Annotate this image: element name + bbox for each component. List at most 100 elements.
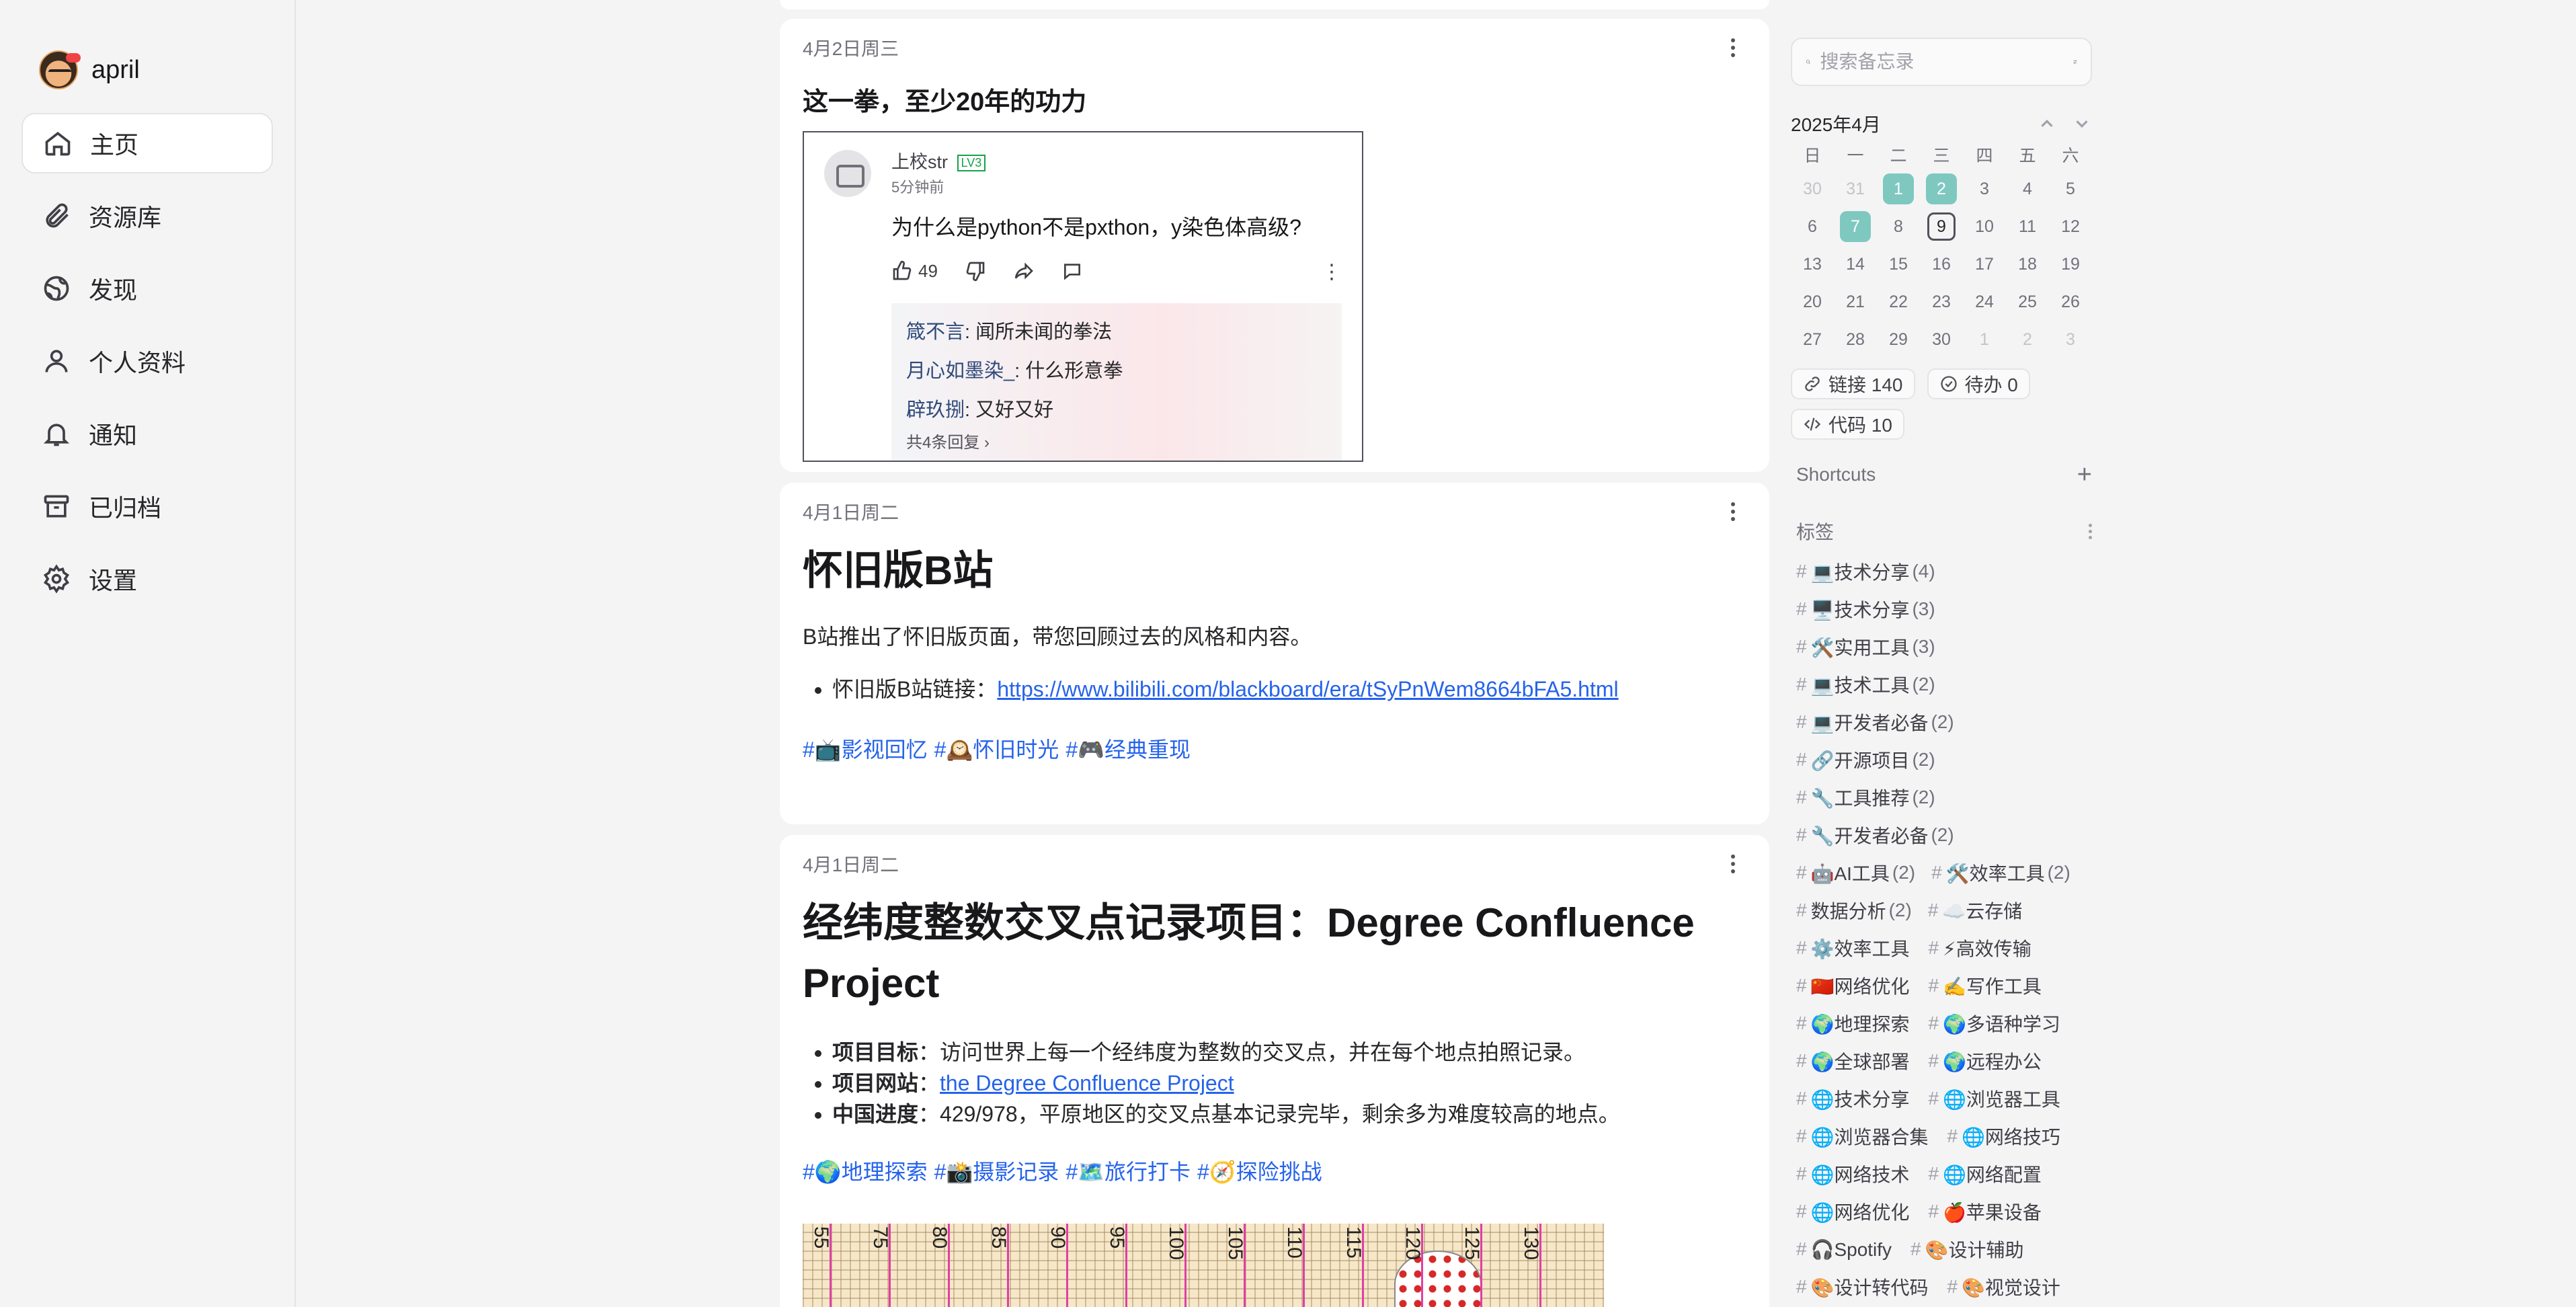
calendar-day[interactable]: 5: [2049, 173, 2092, 204]
tag-link[interactable]: #🕰️怀旧时光: [934, 738, 1059, 762]
search-input[interactable]: [1820, 51, 2063, 73]
tag-item[interactable]: # 🌐网络技巧: [1947, 1117, 2062, 1155]
calendar-day[interactable]: 2: [1920, 173, 1963, 204]
nav-archived[interactable]: 已归档: [22, 476, 273, 537]
calendar-day[interactable]: 24: [1963, 286, 2006, 317]
tag-item[interactable]: # 🌐浏览器工具: [1928, 1080, 2062, 1117]
calendar-day[interactable]: 2: [2006, 324, 2049, 355]
tag-item[interactable]: # 💻技术分享 (4): [1796, 553, 2097, 590]
tag-link[interactable]: #🌍地理探索: [803, 1160, 928, 1184]
tag-item[interactable]: # 🔗开源项目 (2): [1796, 741, 2097, 779]
tag-item[interactable]: # 🌍多语种学习: [1928, 1004, 2062, 1042]
tag-item[interactable]: # 💻技术工具 (2): [1796, 666, 2097, 703]
tag-link[interactable]: #📸摄影记录: [934, 1160, 1059, 1184]
search-box[interactable]: [1791, 38, 2092, 86]
tag-link[interactable]: #🗺️旅行打卡: [1065, 1160, 1191, 1184]
calendar-day[interactable]: 27: [1791, 324, 1834, 355]
calendar-day[interactable]: 31: [1834, 173, 1877, 204]
calendar-day[interactable]: 25: [2006, 286, 2049, 317]
calendar-day[interactable]: 26: [2049, 286, 2092, 317]
tag-item[interactable]: # 🛠️效率工具 (2): [1931, 854, 2070, 892]
calendar-day[interactable]: 9: [1920, 211, 1963, 242]
confluence-project-link[interactable]: the Degree Confluence Project: [940, 1071, 1234, 1095]
tag-link[interactable]: #🧭探险挑战: [1197, 1160, 1322, 1184]
nav-explore[interactable]: 发现: [22, 258, 273, 319]
tag-item[interactable]: # 🎨设计转代码: [1796, 1268, 1931, 1306]
tag-item[interactable]: # 💻开发者必备 (2): [1796, 703, 2097, 741]
more-options-icon[interactable]: [1720, 850, 1746, 877]
tag-item[interactable]: # 🌍全球部署: [1796, 1042, 1912, 1080]
tag-item[interactable]: # 数据分析 (2): [1796, 892, 1912, 929]
chevron-down-icon[interactable]: [2072, 114, 2092, 134]
embedded-screenshot[interactable]: 上校str LV3 5分钟前 为什么是python不是pxthon，y染色体高级…: [803, 131, 1363, 462]
tag-link[interactable]: #📺影视回忆: [803, 738, 928, 762]
calendar-day[interactable]: 6: [1791, 211, 1834, 242]
calendar-day[interactable]: 3: [1963, 173, 2006, 204]
tag-item[interactable]: # 🌐网络优化: [1796, 1193, 1912, 1230]
nav-notifications[interactable]: 通知: [22, 403, 273, 464]
calendar-day[interactable]: 3: [2049, 324, 2092, 355]
calendar-day[interactable]: 19: [2049, 249, 2092, 280]
tag-item[interactable]: # 🍎苹果设备: [1928, 1193, 2044, 1230]
calendar-day[interactable]: 7: [1834, 211, 1877, 242]
calendar-day[interactable]: 23: [1920, 286, 1963, 317]
tag-item[interactable]: # 🔧工具推荐 (2): [1796, 779, 2097, 816]
tag-item[interactable]: # 🎨设计辅助: [1910, 1230, 2026, 1268]
more-options-icon[interactable]: [1720, 34, 1746, 61]
stat-code[interactable]: 代码 10: [1791, 409, 1904, 440]
calendar-day[interactable]: 15: [1877, 249, 1920, 280]
nav-profile[interactable]: 个人资料: [22, 331, 273, 391]
tag-item[interactable]: # ✍️写作工具: [1928, 967, 2044, 1004]
calendar-day[interactable]: 11: [2006, 211, 2049, 242]
tag-item[interactable]: # 🌐网络配置: [1928, 1155, 2044, 1193]
tag-item[interactable]: # 🎧Spotify: [1796, 1230, 1894, 1268]
tag-item[interactable]: # 🛠️实用工具 (3): [1796, 628, 2097, 666]
tag-item[interactable]: # 🌍地理探索: [1796, 1004, 1912, 1042]
calendar-day[interactable]: 18: [2006, 249, 2049, 280]
confluence-map-image[interactable]: 55 75 80 85 90 95 100 105 110 115 120 125 130: [803, 1224, 1604, 1307]
tag-item[interactable]: # 🎨视觉设计: [1947, 1268, 2062, 1306]
nav-settings[interactable]: 设置: [22, 549, 273, 609]
calendar-day[interactable]: 14: [1834, 249, 1877, 280]
calendar-day[interactable]: 8: [1877, 211, 1920, 242]
calendar-day[interactable]: 30: [1791, 173, 1834, 204]
add-shortcut-button[interactable]: +: [2077, 462, 2092, 487]
tag-item[interactable]: # ☁️云存储: [1928, 892, 2025, 929]
calendar-day[interactable]: 17: [1963, 249, 2006, 280]
tag-item[interactable]: # 🌐网络技术: [1796, 1155, 1912, 1193]
tag-item[interactable]: # 🇨🇳网络优化: [1796, 967, 1912, 1004]
stat-links[interactable]: 链接 140: [1791, 368, 1915, 399]
calendar-day[interactable]: 30: [1920, 324, 1963, 355]
stat-todos[interactable]: 待办 0: [1927, 368, 2030, 399]
tags-menu-icon[interactable]: [2089, 523, 2092, 539]
bilibili-link[interactable]: https://www.bilibili.com/blackboard/era/…: [997, 677, 1618, 701]
nav-resources[interactable]: 资源库: [22, 186, 273, 246]
tag-item[interactable]: # 🌍远程办公: [1928, 1042, 2044, 1080]
calendar-day[interactable]: 1: [1877, 173, 1920, 204]
calendar-day[interactable]: 29: [1877, 324, 1920, 355]
calendar-day[interactable]: 16: [1920, 249, 1963, 280]
calendar-day[interactable]: 1: [1963, 324, 2006, 355]
memo-feed[interactable]: 4月2日周三 这一拳，至少20年的功力 上校str LV3 5分钟前 为什么是p…: [780, 0, 1769, 1307]
user-menu[interactable]: april: [22, 47, 273, 93]
chevron-up-icon[interactable]: [2037, 114, 2057, 134]
tag-link[interactable]: #🎮经典重现: [1065, 738, 1191, 762]
calendar-day[interactable]: 28: [1834, 324, 1877, 355]
tag-item[interactable]: # 🌐浏览器合集: [1796, 1117, 1931, 1155]
tag-item[interactable]: # 🖥️技术分享 (3): [1796, 590, 2097, 628]
nav-home[interactable]: 主页: [22, 113, 273, 173]
tag-item[interactable]: # ⚡高效传输: [1928, 929, 2034, 967]
calendar-day[interactable]: 20: [1791, 286, 1834, 317]
more-options-icon[interactable]: [1720, 498, 1746, 525]
calendar-day[interactable]: 22: [1877, 286, 1920, 317]
tag-item[interactable]: # 🔧开发者必备 (2): [1796, 816, 2097, 854]
tag-item[interactable]: # 🤖AI工具 (2): [1796, 854, 1915, 892]
tag-item[interactable]: # ⚙️效率工具: [1796, 929, 1912, 967]
tag-item[interactable]: # 🌐技术分享: [1796, 1080, 1912, 1117]
calendar-day[interactable]: 13: [1791, 249, 1834, 280]
calendar-day[interactable]: 4: [2006, 173, 2049, 204]
calendar-day[interactable]: 12: [2049, 211, 2092, 242]
calendar-day[interactable]: 10: [1963, 211, 2006, 242]
filter-sliders-icon[interactable]: [2072, 52, 2078, 72]
calendar-day[interactable]: 21: [1834, 286, 1877, 317]
